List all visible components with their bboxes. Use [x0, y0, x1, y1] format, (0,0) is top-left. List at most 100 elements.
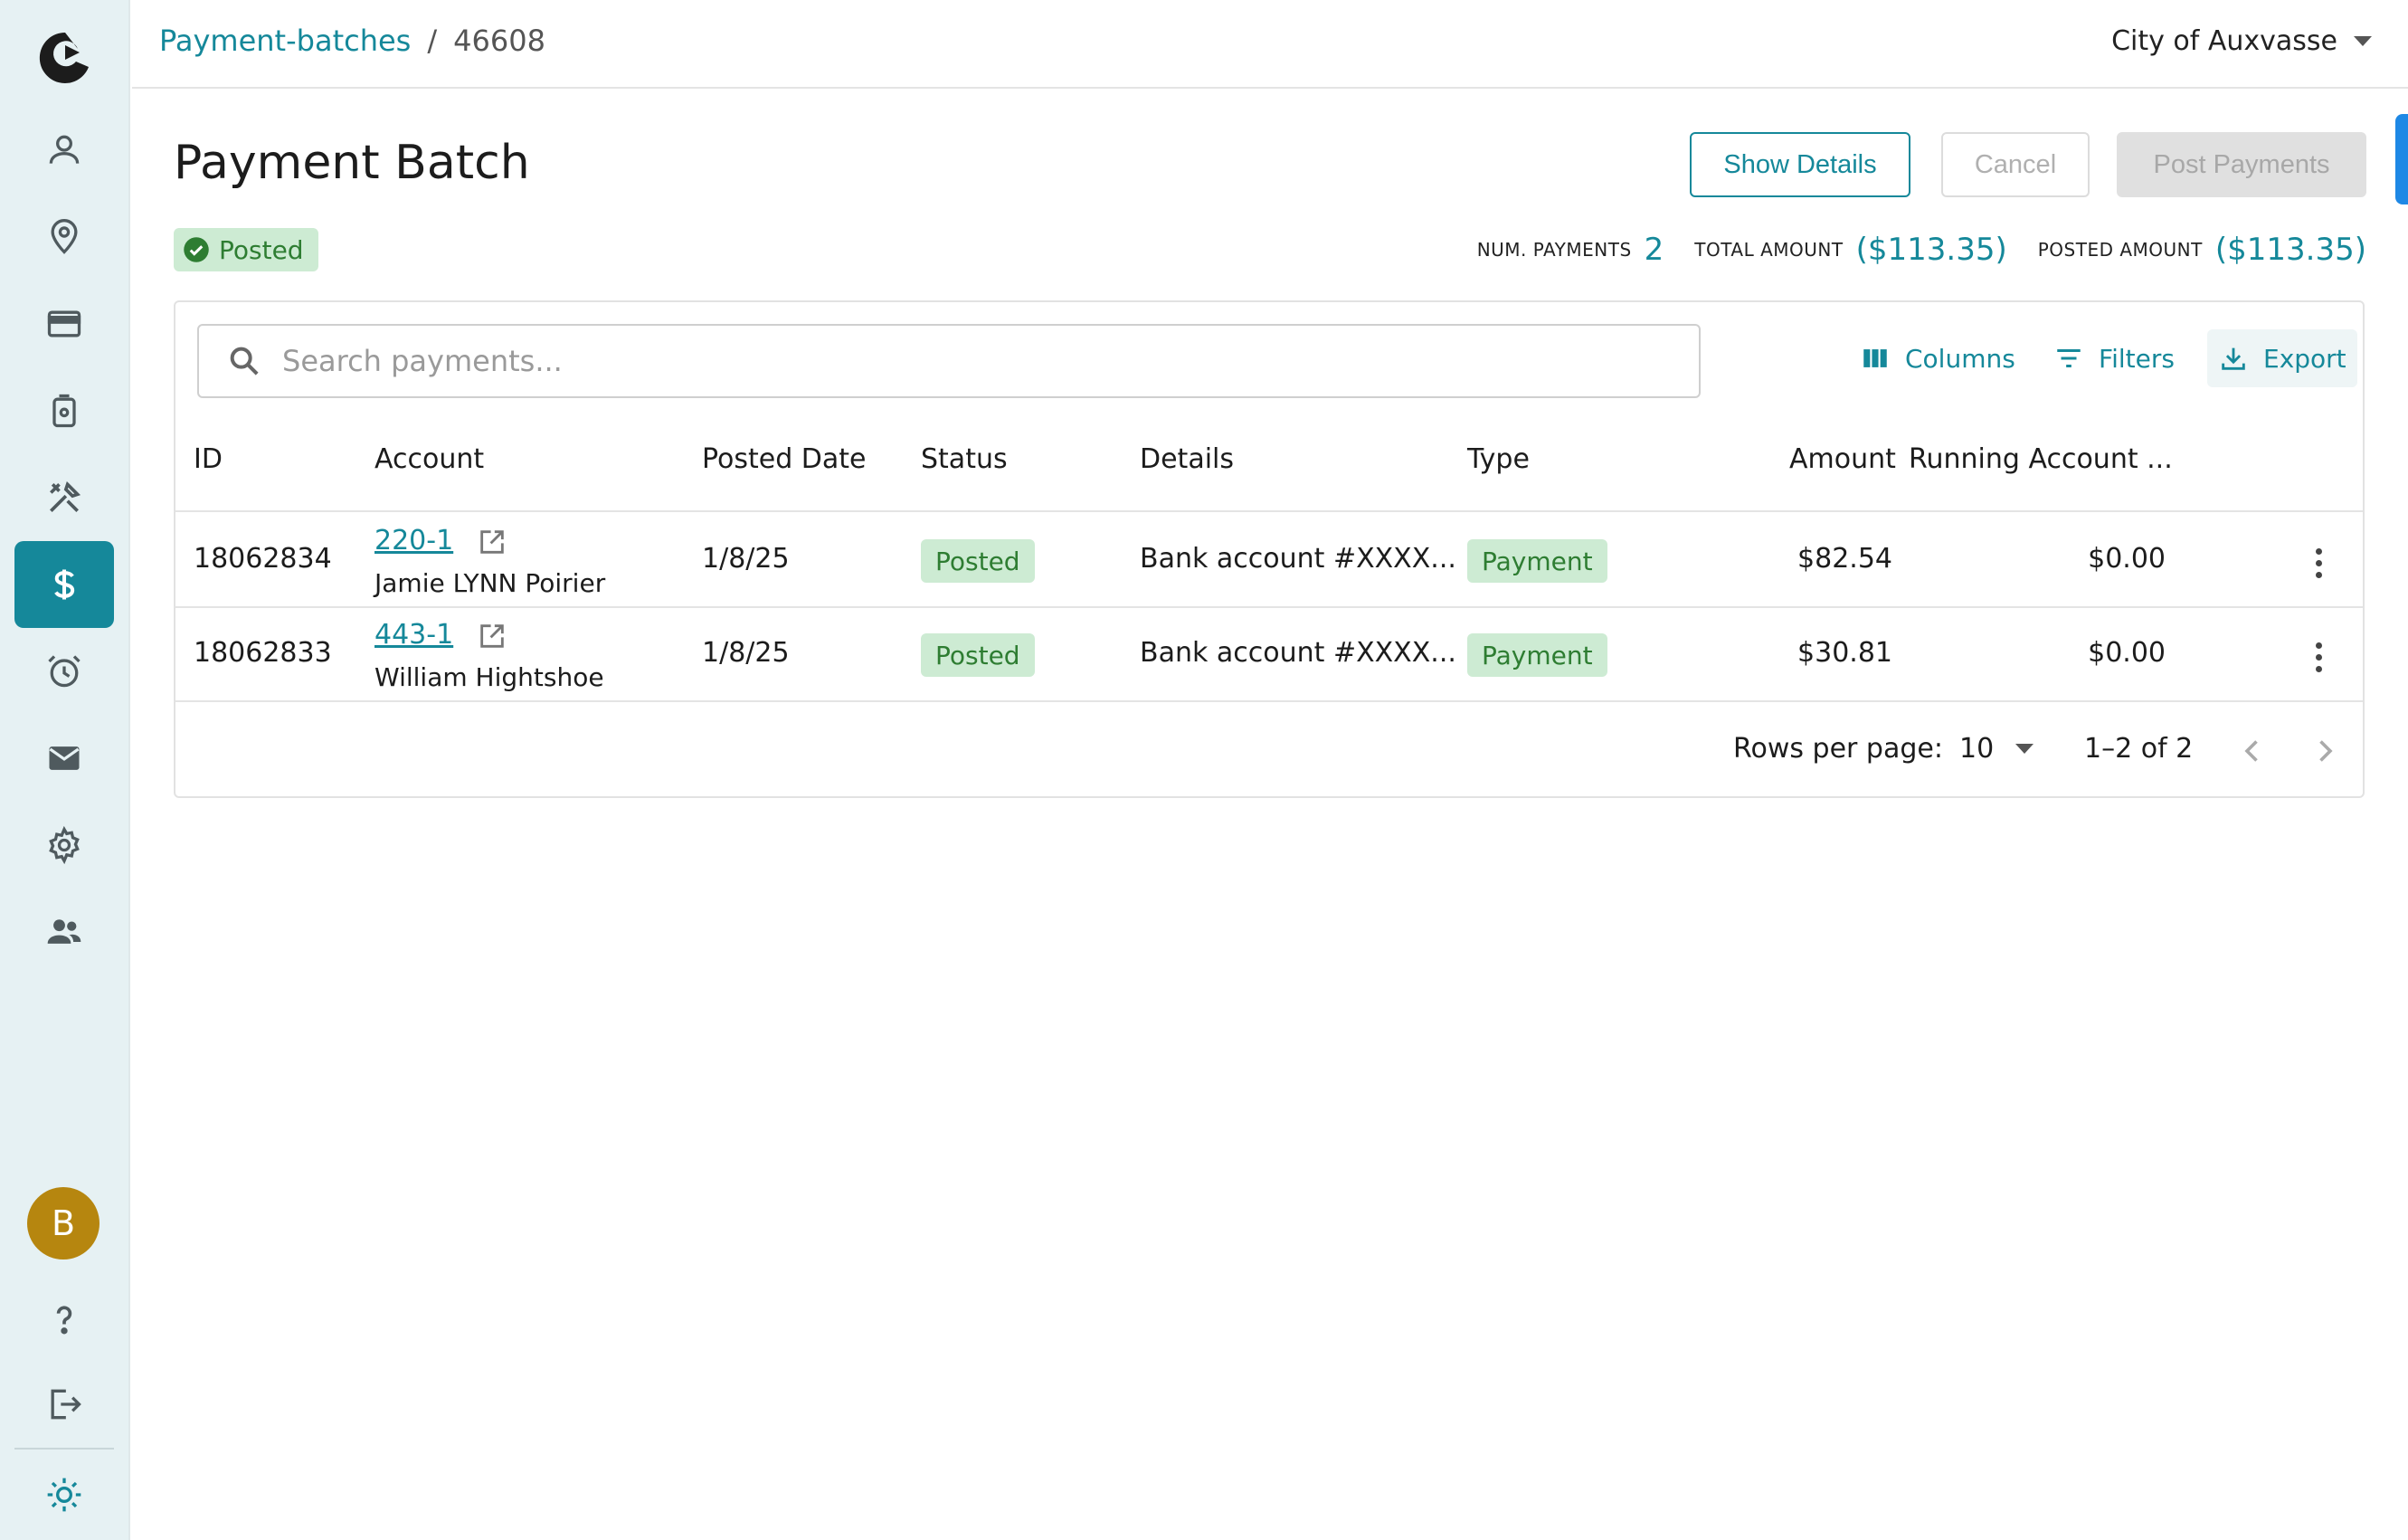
app-root: B Payment-batches / 46608 City of Auxvas…: [0, 0, 2408, 1540]
columns-icon: [1863, 349, 1887, 367]
chevron-left-icon[interactable]: [2236, 735, 2269, 767]
help-icon: [56, 1306, 72, 1335]
export-button[interactable]: Export: [2207, 329, 2357, 387]
org-select[interactable]: City of Auxvasse: [2111, 25, 2372, 57]
topbar: Payment-batches / 46608 City of Auxvasse: [132, 0, 2408, 89]
column-header-running-account[interactable]: Running Account ...: [1909, 443, 2173, 475]
credit-card-icon: [47, 310, 81, 337]
filters-label: Filters: [2099, 343, 2175, 374]
cell-details: Bank account #XXXX...: [1140, 543, 1456, 575]
cell-posted-date: 1/8/25: [702, 543, 790, 575]
people-icon: [47, 919, 81, 944]
avatar[interactable]: B: [27, 1187, 100, 1260]
show-details-button[interactable]: Show Details: [1690, 132, 1910, 197]
payments-grid: Columns Filters Export ID Account Posted…: [174, 300, 2365, 798]
cell-account: 220-1: [374, 525, 507, 557]
posted-amount-value: ($113.35): [2214, 232, 2366, 268]
row-divider: [175, 606, 2363, 608]
cell-posted-date: 1/8/25: [702, 637, 790, 669]
column-header-posted-date[interactable]: Posted Date: [702, 443, 867, 475]
mail-icon: [49, 746, 80, 770]
sidebar-item-users[interactable]: [14, 889, 114, 975]
sidebar-item-messages[interactable]: [14, 715, 114, 802]
sidebar-item-billing[interactable]: [14, 280, 114, 367]
column-header-account[interactable]: Account: [374, 443, 484, 475]
columns-label: Columns: [1905, 343, 2015, 374]
person-icon: [49, 135, 80, 164]
column-header-amount[interactable]: Amount: [1789, 443, 1896, 475]
alarm-clock-icon: [48, 655, 81, 688]
search-box: [197, 324, 1701, 398]
logout-icon: [51, 1389, 81, 1420]
batch-stats: NUM. PAYMENTS 2 TOTAL AMOUNT ($113.35) P…: [1477, 228, 2366, 271]
rows-per-page-select[interactable]: 10: [1959, 733, 2034, 765]
cell-id: 18062833: [194, 637, 332, 669]
sidebar-item-reminders[interactable]: [14, 628, 114, 715]
cell-account-name: William Hightshoe: [374, 662, 604, 692]
column-header-details[interactable]: Details: [1140, 443, 1234, 475]
column-header-id[interactable]: ID: [194, 443, 223, 475]
meter-icon: [52, 394, 76, 428]
column-header-type[interactable]: Type: [1467, 443, 1530, 475]
org-name: City of Auxvasse: [2111, 25, 2337, 57]
theme-toggle[interactable]: [14, 1451, 114, 1538]
num-payments-label: NUM. PAYMENTS: [1476, 239, 1632, 261]
cell-amount: $30.81: [1797, 637, 1892, 669]
cell-type-badge: Payment: [1467, 539, 1607, 583]
row-actions-icon[interactable]: [2316, 642, 2325, 672]
status-badge-label: Posted: [219, 234, 304, 265]
search-input[interactable]: [282, 344, 1639, 378]
num-payments-value: 2: [1644, 232, 1664, 268]
download-icon: [2222, 347, 2245, 370]
columns-button[interactable]: Columns: [1860, 329, 2015, 387]
tools-icon: [50, 480, 81, 512]
sun-icon: [47, 1478, 81, 1512]
gear-icon: [49, 825, 80, 865]
page-title: Payment Batch: [174, 136, 530, 190]
pagination-range: 1–2 of 2: [2084, 733, 2194, 765]
open-in-new-icon[interactable]: [477, 527, 507, 557]
rows-per-page-label: Rows per page:: [1733, 733, 1943, 765]
breadcrumb-separator: /: [427, 24, 438, 58]
breadcrumb-current: 46608: [453, 24, 545, 58]
check-circle-icon: [184, 237, 209, 262]
sidebar-item-work-orders[interactable]: [14, 454, 114, 541]
rows-per-page-value: 10: [1959, 733, 1995, 765]
sidebar: B: [0, 0, 130, 1540]
row-divider: [175, 700, 2363, 702]
sidebar-item-settings[interactable]: [14, 802, 114, 889]
cell-amount: $82.54: [1797, 543, 1892, 575]
breadcrumb-payment-batches[interactable]: Payment-batches: [159, 24, 411, 58]
column-header-status[interactable]: Status: [921, 443, 1008, 475]
cell-details: Bank account #XXXX...: [1140, 637, 1456, 669]
account-link[interactable]: 220-1: [374, 525, 453, 556]
side-panel-tab[interactable]: [2395, 114, 2408, 204]
sidebar-item-meters[interactable]: [14, 367, 114, 454]
export-label: Export: [2263, 343, 2346, 374]
total-amount-label: TOTAL AMOUNT: [1694, 239, 1844, 261]
filters-button[interactable]: Filters: [2053, 329, 2175, 387]
row-actions-icon[interactable]: [2316, 548, 2325, 578]
status-badge: Posted: [174, 228, 318, 271]
chevron-right-icon[interactable]: [2308, 735, 2341, 767]
chevron-down-icon: [2354, 36, 2372, 46]
sidebar-divider: [14, 1448, 114, 1450]
breadcrumb: Payment-batches / 46608: [159, 24, 545, 58]
logout-button[interactable]: [14, 1361, 114, 1448]
help-button[interactable]: [14, 1276, 114, 1363]
cell-running-balance: $0.00: [2088, 637, 2166, 669]
cell-account: 443-1: [374, 619, 507, 651]
sidebar-item-payments[interactable]: [14, 541, 114, 628]
post-payments-button[interactable]: Post Payments: [2117, 132, 2366, 197]
dollar-icon: [54, 569, 75, 600]
logo-icon[interactable]: [33, 25, 98, 90]
cancel-button[interactable]: Cancel: [1941, 132, 2090, 197]
account-link[interactable]: 443-1: [374, 619, 453, 651]
open-in-new-icon[interactable]: [477, 621, 507, 651]
cell-id: 18062834: [194, 543, 332, 575]
location-pin-icon: [51, 219, 78, 254]
total-amount-value: ($113.35): [1855, 232, 2007, 268]
sidebar-item-customers[interactable]: [14, 107, 114, 194]
sidebar-item-locations[interactable]: [14, 194, 114, 280]
chevron-down-icon: [2015, 744, 2034, 754]
